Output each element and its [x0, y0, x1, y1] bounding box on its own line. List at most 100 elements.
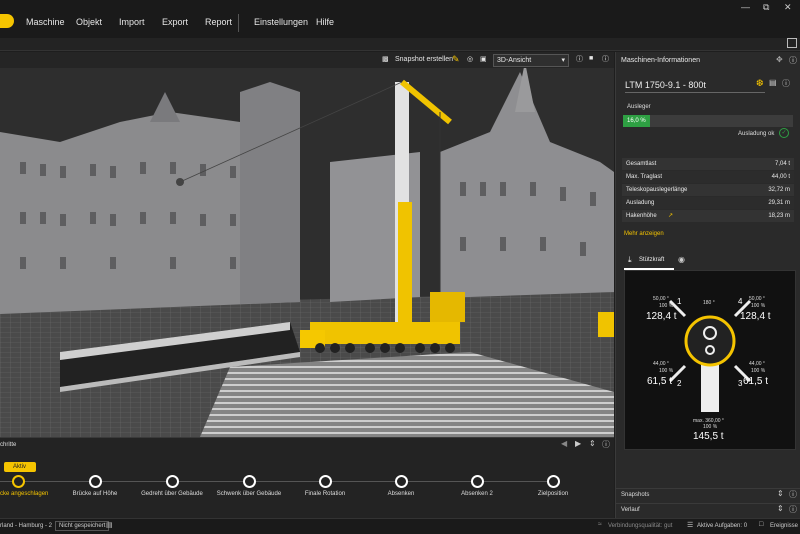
check-circle-icon: ✓ [779, 128, 789, 138]
camera-icon[interactable]: ▩ [382, 55, 389, 63]
step-marker[interactable] [243, 475, 256, 488]
step-marker[interactable] [471, 475, 484, 488]
load-icon[interactable]: ❆ [756, 78, 764, 89]
3d-viewport[interactable] [0, 52, 614, 437]
steps-timeline: chritte ◀ ▶ ⇕ ⓘ Aktiv cke angeschlagen Br… [0, 437, 614, 519]
outrigger-4-angle: 50,00 ° [749, 296, 765, 302]
verlauf-header[interactable]: Verlauf ⇕ ⓘ [616, 503, 800, 516]
info-icon[interactable]: ⓘ [782, 78, 790, 89]
help-icon[interactable]: ⓘ [789, 504, 797, 515]
menu-maschine[interactable]: Maschine [26, 0, 65, 38]
menu-report[interactable]: Report [205, 0, 232, 38]
collapse-icon[interactable]: ⇕ [589, 439, 596, 448]
step-marker[interactable] [12, 475, 25, 488]
tasks-icon: ☰ [687, 522, 694, 529]
next-icon[interactable]: ▶ [575, 439, 581, 448]
menu-hilfe[interactable]: Hilfe [316, 0, 334, 38]
document-icon[interactable]: ▤ [769, 78, 777, 87]
help-icon[interactable]: ⓘ [789, 489, 797, 500]
snapshot-button[interactable]: Snapshot erstellen [395, 56, 453, 63]
outrigger-2-value: 61,5 t [647, 376, 673, 387]
close-icon[interactable]: ✕ [784, 2, 792, 13]
step-label[interactable]: Gedreht über Gebäude [141, 491, 203, 497]
maximize-icon[interactable]: ⧉ [763, 2, 769, 13]
menu-divider [238, 14, 239, 32]
settings-icon[interactable]: ✥ [776, 55, 783, 64]
scene-render [0, 52, 614, 437]
outrigger-1-angle: 50,00 ° [653, 296, 669, 302]
outrigger-3-pct: 100 % [751, 368, 766, 374]
floppy-icon[interactable]: ▤ [106, 521, 113, 529]
outrigger-diagram: 50,00 ° 100 % 1 128,4 t 180 ° 4 50,00 ° … [624, 270, 796, 450]
outrigger-bottom-value: 145,5 t [693, 431, 724, 442]
ausleger-percent: 16,0 % [627, 118, 646, 124]
target-icon[interactable]: ◎ [467, 55, 473, 63]
step-label[interactable]: Zielposition [538, 491, 568, 497]
active-badge: Aktiv [4, 462, 36, 472]
video-icon[interactable]: ■ [589, 55, 593, 62]
help-icon[interactable]: ⓘ [602, 439, 610, 450]
pencil-icon[interactable]: ✎ [452, 54, 460, 65]
ausleger-label: Ausleger [627, 104, 651, 110]
step-marker[interactable] [547, 475, 560, 488]
photo-icon[interactable]: ▣ [480, 55, 487, 63]
menu-export[interactable]: Export [162, 0, 188, 38]
step-marker[interactable] [319, 475, 332, 488]
step-label[interactable]: Finale Rotation [305, 491, 345, 497]
menu-import[interactable]: Import [119, 0, 145, 38]
step-label[interactable]: Brücke auf Höhe [73, 491, 118, 497]
outrigger-2-angle: 44,00 ° [653, 361, 669, 367]
timeline-title: chritte [0, 442, 17, 448]
outrigger-3-value: 61,5 t [743, 376, 769, 387]
panel-title: Maschinen-Informationen [621, 57, 700, 64]
spec-row: Ausladung 29,31 m [622, 197, 794, 209]
prev-icon[interactable]: ◀ [561, 439, 567, 448]
view-select[interactable]: 3D-Ansicht ▾ [493, 54, 569, 67]
app-logo [0, 14, 14, 28]
globe-icon[interactable]: ◉ [678, 255, 685, 264]
step-label[interactable]: Schwenk über Gebäude [217, 491, 281, 497]
snapshots-header[interactable]: Snapshots ⇕ ⓘ [616, 488, 800, 501]
step-label[interactable]: Absenken 2 [461, 491, 493, 497]
step-label[interactable]: Absenken [388, 491, 415, 497]
fullscreen-icon[interactable] [787, 38, 797, 48]
mehr-anzeigen-link[interactable]: Mehr anzeigen [624, 231, 664, 237]
active-tasks: Aktive Aufgaben: 0 [697, 523, 748, 529]
ausleger-bar: 16,0 % [623, 115, 793, 127]
wifi-icon: ≈ [598, 521, 602, 528]
outrigger-2-pct: 100 % [659, 368, 674, 374]
minimize-icon[interactable]: — [741, 2, 750, 12]
step-marker[interactable] [89, 475, 102, 488]
save-status-badge: Nicht gespeichert [55, 521, 110, 531]
outrigger-bottom-pct: 100 % [703, 424, 718, 430]
download-icon: ⤓ [628, 255, 632, 264]
outrigger-1-pct: 100 % [659, 303, 674, 309]
viewport-toolbar: ▩ Snapshot erstellen ✎ ◎ ▣ 3D-Ansicht ▾ … [0, 52, 614, 68]
outrigger-3-number: 3 [738, 379, 743, 388]
menu-bar: Maschine Objekt Import Export Report Ein… [0, 0, 800, 39]
tab-stuetzkraft[interactable]: ⤓ Stützkraft [624, 254, 674, 270]
events-label[interactable]: Ereignisse [770, 523, 798, 529]
spec-row: Max. Traglast 44,00 t [622, 171, 794, 183]
help-icon[interactable]: ⓘ [602, 54, 609, 64]
chevron-down-icon: ▾ [561, 57, 565, 64]
expand-icon[interactable]: ⇕ [777, 489, 784, 498]
help-icon[interactable]: ⓘ [789, 55, 797, 66]
outrigger-1-number: 1 [677, 297, 682, 306]
spec-row: Hakenhöhe ↗ 18,23 m [622, 210, 794, 222]
info-icon[interactable]: ⓘ [576, 54, 583, 64]
step-label[interactable]: cke angeschlagen [0, 491, 48, 497]
menu-einstellungen[interactable]: Einstellungen [254, 0, 308, 38]
outrigger-4-pct: 100 % [751, 303, 766, 309]
menu-objekt[interactable]: Objekt [76, 0, 102, 38]
outrigger-top-angle: 180 ° [703, 300, 715, 306]
status-bar: rland - Hamburg - 2 Nicht gespeichert ▤ … [0, 518, 800, 534]
events-icon[interactable]: □ [759, 521, 763, 528]
step-marker[interactable] [395, 475, 408, 488]
outrigger-1-value: 128,4 t [646, 311, 677, 322]
project-name: rland - Hamburg - 2 [0, 523, 53, 529]
step-marker[interactable] [166, 475, 179, 488]
external-link-icon[interactable]: ↗ [668, 212, 673, 219]
outrigger-4-value: 128,4 t [740, 311, 771, 322]
expand-icon[interactable]: ⇕ [777, 504, 784, 513]
